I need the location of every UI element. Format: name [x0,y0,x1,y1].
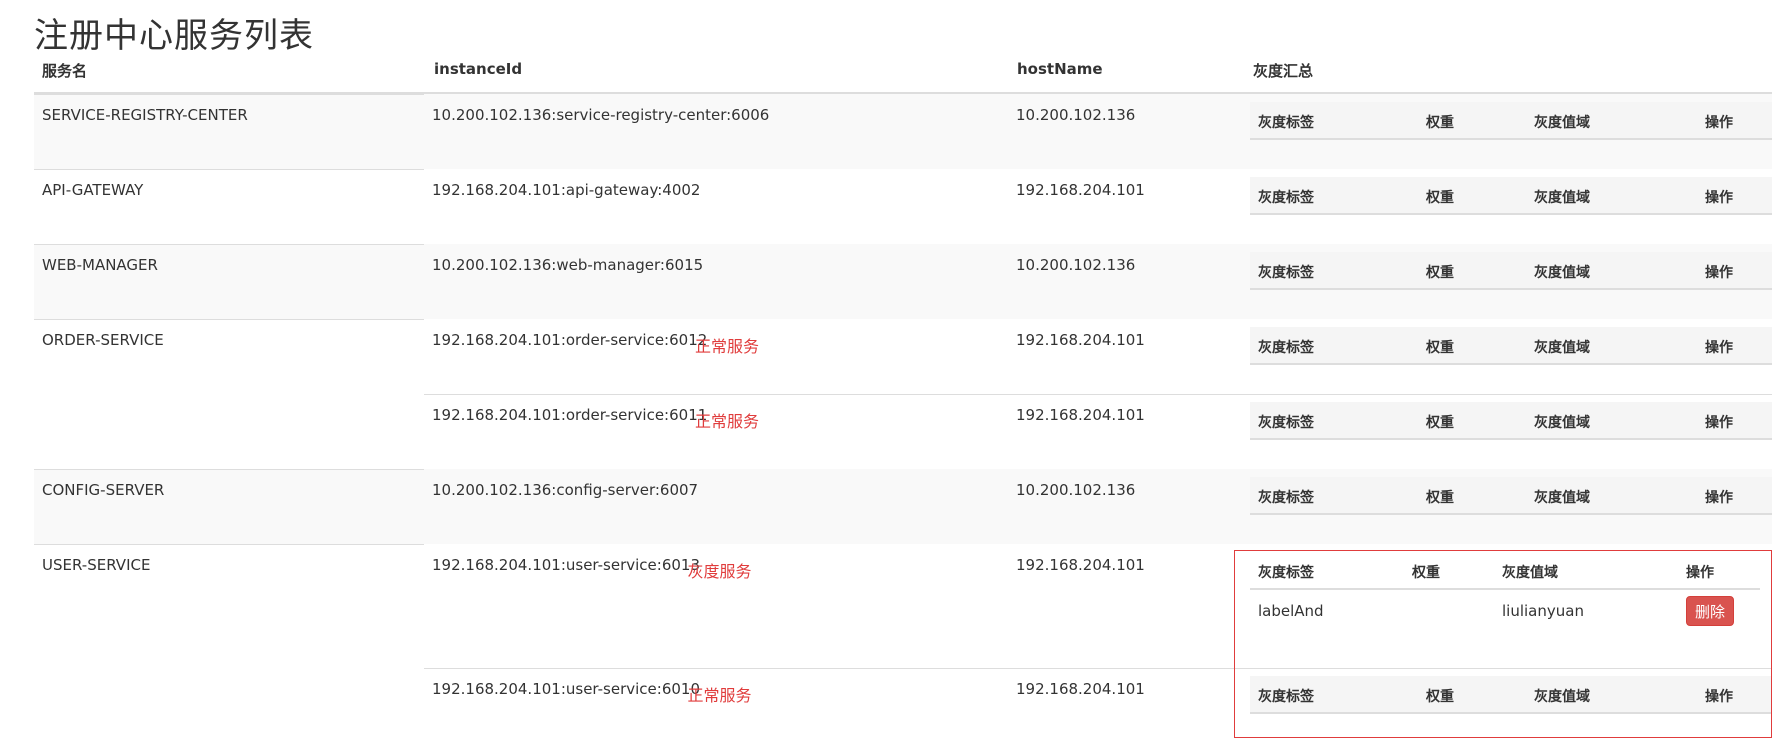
page-title: 注册中心服务列表 [34,16,314,56]
gray-column-header: 灰度标签 [1258,190,1314,206]
gray-header-divider [1250,138,1772,140]
gray-column-header: 灰度标签 [1258,490,1314,506]
host-name: 10.200.102.136 [1016,481,1136,499]
host-name: 192.168.204.101 [1016,556,1145,574]
gray-column-header: 灰度标签 [1258,340,1314,356]
instance-divider [424,394,1772,395]
instance-id: 192.168.204.101:order-service:6011 [432,406,708,424]
gray-column-header: 灰度值域 [1534,190,1590,206]
gray-summary-table: 灰度标签 权重 灰度值域 操作 [1250,252,1772,290]
gray-column-header: 灰度值域 [1534,265,1590,281]
gray-summary-table: 灰度标签 权重 灰度值域 操作 [1250,402,1772,440]
instance-id: 10.200.102.136:service-registry-center:6… [432,106,770,124]
instance-status-label: 正常服务 [687,686,752,705]
gray-summary-table: 灰度标签 权重 灰度值域 操作 [1250,327,1772,365]
instance-id: 10.200.102.136:config-server:6007 [432,481,699,499]
gray-column-header: 操作 [1705,415,1733,431]
gray-header-divider [1250,513,1772,515]
service-name: USER-SERVICE [42,556,151,574]
gray-summary-table: 灰度标签 权重 灰度值域 操作 [1250,177,1772,215]
service-name: ORDER-SERVICE [42,331,164,349]
host-name: 192.168.204.101 [1016,181,1145,199]
column-header-instance-id: instanceId [434,60,523,78]
gray-column-header: 灰度值域 [1534,340,1590,356]
gray-column-header: 灰度值域 [1534,415,1590,431]
instance-id: 192.168.204.101:order-service:6012 [432,331,708,349]
instance-id: 192.168.204.101:api-gateway:4002 [432,181,701,199]
gray-column-header: 权重 [1426,490,1454,506]
highlight-box [1234,550,1772,738]
instance-status-label: 灰度服务 [687,562,752,581]
service-name: WEB-MANAGER [42,256,158,274]
column-header-gray-summary: 灰度汇总 [1253,62,1314,80]
service-name: SERVICE-REGISTRY-CENTER [42,106,248,124]
gray-column-header: 操作 [1705,265,1733,281]
instance-id: 192.168.204.101:user-service:6013 [432,556,701,574]
gray-column-header: 操作 [1705,190,1733,206]
gray-column-header: 灰度标签 [1258,115,1314,131]
instance-id: 10.200.102.136:web-manager:6015 [432,256,704,274]
gray-summary-table: 灰度标签 权重 灰度值域 操作 [1250,477,1772,515]
gray-column-header: 权重 [1426,190,1454,206]
gray-column-header: 权重 [1426,265,1454,281]
host-name: 192.168.204.101 [1016,406,1145,424]
gray-header-divider [1250,213,1772,215]
gray-column-header: 操作 [1705,340,1733,356]
gray-header-divider [1250,438,1772,440]
instance-status-label: 正常服务 [695,412,760,431]
host-name: 10.200.102.136 [1016,256,1136,274]
gray-column-header: 灰度标签 [1258,415,1314,431]
gray-column-header: 权重 [1426,415,1454,431]
gray-column-header: 灰度值域 [1534,490,1590,506]
instance-id: 192.168.204.101:user-service:6010 [432,680,701,698]
service-name: CONFIG-SERVER [42,481,165,499]
column-header-hostname: hostName [1017,60,1103,78]
instance-status-label: 正常服务 [695,337,760,356]
host-name: 10.200.102.136 [1016,106,1136,124]
gray-column-header: 操作 [1705,115,1733,131]
column-header-service-name: 服务名 [42,62,88,80]
gray-column-header: 权重 [1426,340,1454,356]
gray-header-divider [1250,288,1772,290]
gray-column-header: 灰度值域 [1534,115,1590,131]
gray-summary-table: 灰度标签 权重 灰度值域 操作 [1250,102,1772,140]
gray-column-header: 操作 [1705,490,1733,506]
host-name: 192.168.204.101 [1016,331,1145,349]
gray-column-header: 权重 [1426,115,1454,131]
host-name: 192.168.204.101 [1016,680,1145,698]
service-name: API-GATEWAY [42,181,144,199]
gray-header-divider [1250,363,1772,365]
gray-column-header: 灰度标签 [1258,265,1314,281]
